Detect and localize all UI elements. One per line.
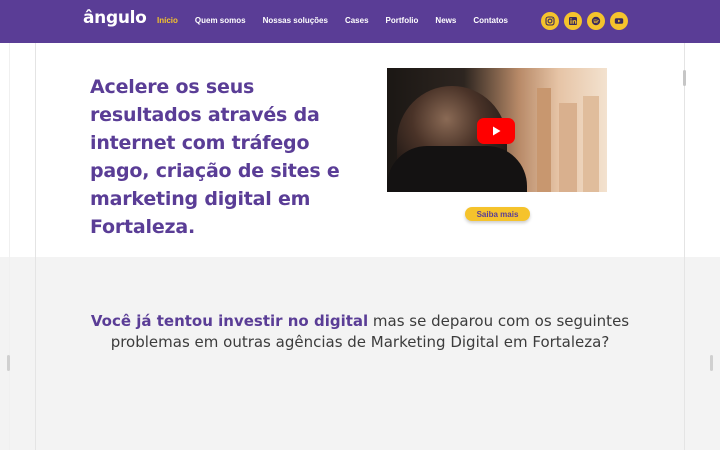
logo[interactable]: ângulo	[83, 8, 147, 28]
top-navigation-bar: ângulo Início Quem somos Nossas soluções…	[0, 0, 720, 43]
building-shape	[583, 96, 599, 192]
problems-section	[0, 257, 720, 450]
social-links	[541, 12, 633, 30]
hero-headline: Acelere os seus resultados através da in…	[90, 76, 340, 238]
building-shape	[559, 103, 577, 192]
video-embed[interactable]	[387, 68, 607, 192]
saiba-mais-button[interactable]: Saiba mais	[465, 207, 530, 221]
nav-item-inicio[interactable]: Início	[157, 16, 178, 25]
instagram-icon[interactable]	[541, 12, 559, 30]
nav-item-news[interactable]: News	[435, 16, 456, 25]
scroll-handle[interactable]	[683, 70, 686, 86]
problems-question: Você já tentou investir no digital mas s…	[60, 311, 660, 353]
nav-item-quem-somos[interactable]: Quem somos	[195, 16, 246, 25]
play-icon	[493, 126, 501, 136]
nav-item-contatos[interactable]: Contatos	[473, 16, 508, 25]
nav-item-portfolio[interactable]: Portfolio	[386, 16, 419, 25]
nav-item-cases[interactable]: Cases	[345, 16, 369, 25]
layout-guide-line	[9, 43, 10, 450]
layout-guide-line	[35, 43, 36, 450]
scroll-handle[interactable]	[710, 355, 713, 371]
main-nav: Início Quem somos Nossas soluções Cases …	[157, 16, 525, 25]
play-button[interactable]	[477, 118, 515, 144]
person-figure	[387, 146, 527, 192]
scroll-handle[interactable]	[7, 355, 10, 371]
question-highlight: Você já tentou investir no digital	[90, 312, 369, 330]
linkedin-icon[interactable]	[564, 12, 582, 30]
building-shape	[537, 88, 551, 192]
nav-item-nossas-solucoes[interactable]: Nossas soluções	[263, 16, 328, 25]
spotify-icon[interactable]	[587, 12, 605, 30]
youtube-icon[interactable]	[610, 12, 628, 30]
layout-guide-line	[684, 43, 685, 450]
